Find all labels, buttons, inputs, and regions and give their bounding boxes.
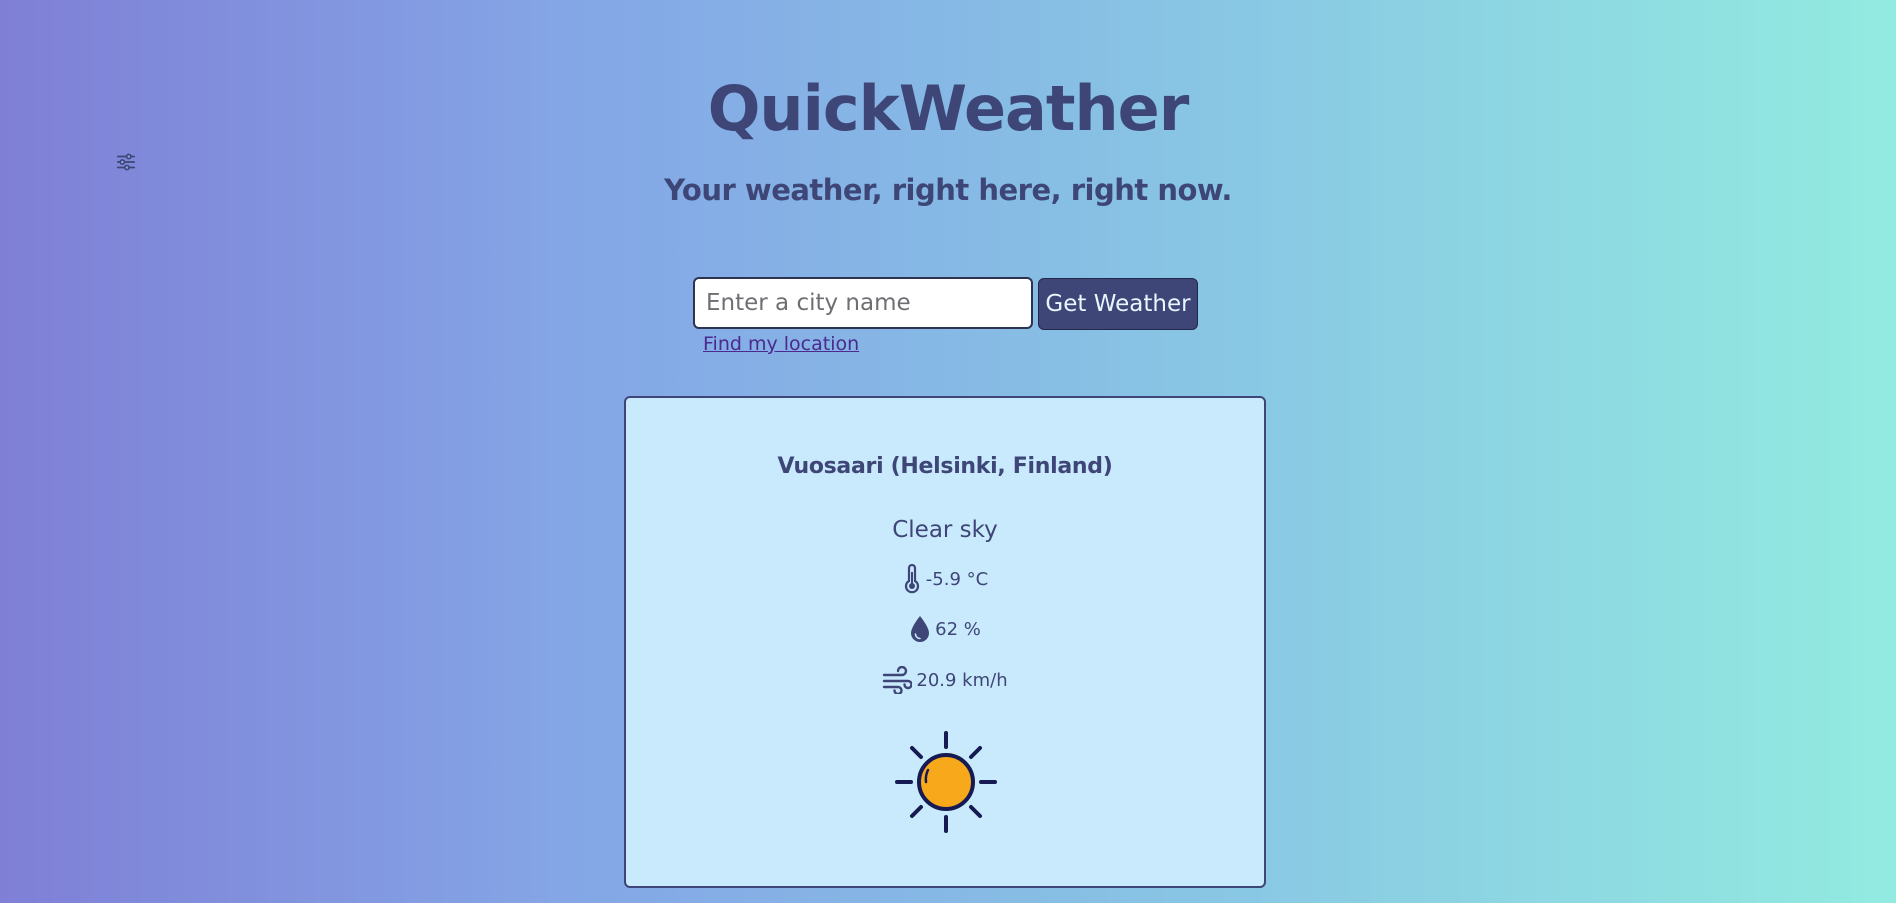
wind-value: 20.9 km/h [916, 669, 1008, 691]
sun-icon [895, 731, 997, 833]
temperature-row: -5.9 °C [626, 564, 1264, 594]
find-my-location-link[interactable]: Find my location [703, 333, 859, 355]
weather-condition: Clear sky [892, 517, 998, 543]
droplet-icon [911, 616, 930, 642]
wind-row: 20.9 km/h [626, 666, 1264, 694]
location-name: Vuosaari (Helsinki, Finland) [777, 454, 1113, 479]
weather-card: Vuosaari (Helsinki, Finland) Clear sky -… [624, 396, 1266, 888]
temperature-value: -5.9 °C [925, 568, 989, 590]
wind-icon [883, 666, 913, 694]
sliders-icon [116, 153, 136, 171]
app-subtitle: Your weather, right here, right now. [664, 173, 1232, 207]
humidity-row: 62 % [626, 614, 1264, 644]
settings-button[interactable] [113, 149, 139, 175]
app-title: QuickWeather [707, 72, 1190, 145]
humidity-value: 62 % [935, 618, 981, 640]
get-weather-button[interactable]: Get Weather [1038, 278, 1198, 330]
thermometer-icon [904, 564, 919, 594]
city-search-input[interactable] [693, 277, 1033, 329]
